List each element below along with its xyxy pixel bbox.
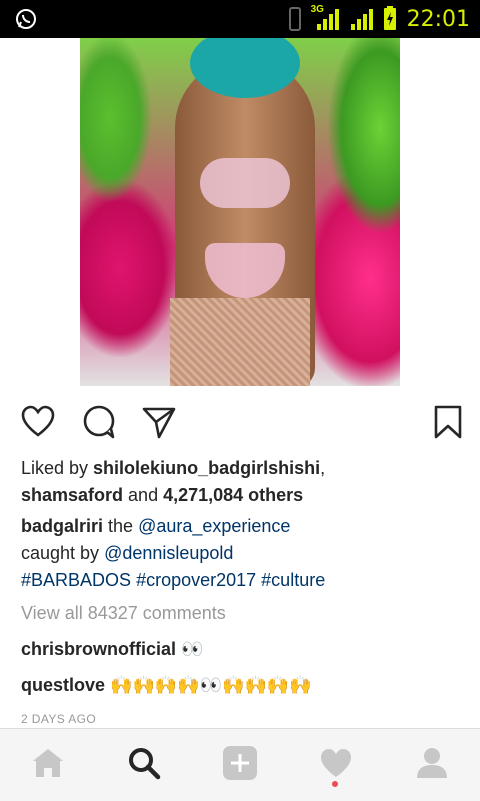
image-costume-top <box>200 158 290 208</box>
signal-icon <box>350 9 373 30</box>
caption-mention-2[interactable]: @dennisleupold <box>104 543 233 563</box>
likes-separator: , <box>320 458 326 478</box>
post-timestamp: 2 DAYS AGO <box>21 712 97 726</box>
comment-username[interactable]: questlove <box>21 675 105 695</box>
profile-icon <box>417 748 447 778</box>
hashtag-barbados[interactable]: #BARBADOS <box>21 570 131 590</box>
signal-3g-icon: 3G <box>311 4 341 32</box>
tab-home[interactable] <box>28 743 68 783</box>
caption-mention-1[interactable]: @aura_experience <box>138 516 290 536</box>
hashtag-culture[interactable]: #culture <box>261 570 325 590</box>
like-heart-icon[interactable] <box>20 404 56 440</box>
comment-row: chrisbrownofficial 👀 <box>21 639 203 660</box>
home-icon <box>33 749 63 777</box>
comment-icon[interactable] <box>81 404 117 440</box>
caption-text-1: the <box>103 516 139 536</box>
tab-new-post[interactable] <box>220 743 260 783</box>
tab-activity[interactable] <box>316 743 356 783</box>
clock: 22:01 <box>406 6 470 32</box>
likes-and: and <box>123 485 164 505</box>
image-legs <box>170 298 310 386</box>
status-bar: 3G 22:01 <box>0 0 480 38</box>
likes-prefix: Liked by <box>21 458 94 478</box>
post-image[interactable] <box>80 38 400 386</box>
likes-count[interactable]: 4,271,084 others <box>163 485 303 505</box>
bottom-tab-bar <box>0 728 480 801</box>
whatsapp-icon <box>16 9 36 29</box>
comment-text: 🙌🙌🙌🙌👀🙌🙌🙌🙌 <box>110 675 312 695</box>
post-actions <box>0 400 480 444</box>
vibrate-icon <box>288 7 301 31</box>
post-caption: badgalriri the @aura_experience caught b… <box>21 513 461 594</box>
share-direct-icon[interactable] <box>141 404 177 440</box>
notification-dot <box>332 781 338 787</box>
comment-text: 👀 <box>181 639 204 659</box>
caption-author[interactable]: badgalriri <box>21 516 103 536</box>
activity-heart-icon <box>321 749 351 777</box>
post-media <box>0 38 480 386</box>
likes-summary: Liked by shilolekiuno_badgirlshishi, sha… <box>21 455 461 509</box>
battery-charging-icon <box>383 6 396 30</box>
tab-search[interactable] <box>124 743 164 783</box>
comment-username[interactable]: chrisbrownofficial <box>21 639 176 659</box>
tab-profile[interactable] <box>412 743 452 783</box>
liker-username-2[interactable]: shamsaford <box>21 485 123 505</box>
add-post-icon <box>223 746 257 780</box>
bookmark-icon[interactable] <box>430 404 466 440</box>
hashtag-cropover2017[interactable]: #cropover2017 <box>136 570 256 590</box>
liker-username-1[interactable]: shilolekiuno_badgirlshishi <box>93 458 320 478</box>
view-all-comments-link[interactable]: View all 84327 comments <box>21 603 226 624</box>
caption-text-2: caught by <box>21 543 105 563</box>
search-icon <box>129 748 161 780</box>
comment-row: questlove 🙌🙌🙌🙌👀🙌🙌🙌🙌 <box>21 675 312 696</box>
